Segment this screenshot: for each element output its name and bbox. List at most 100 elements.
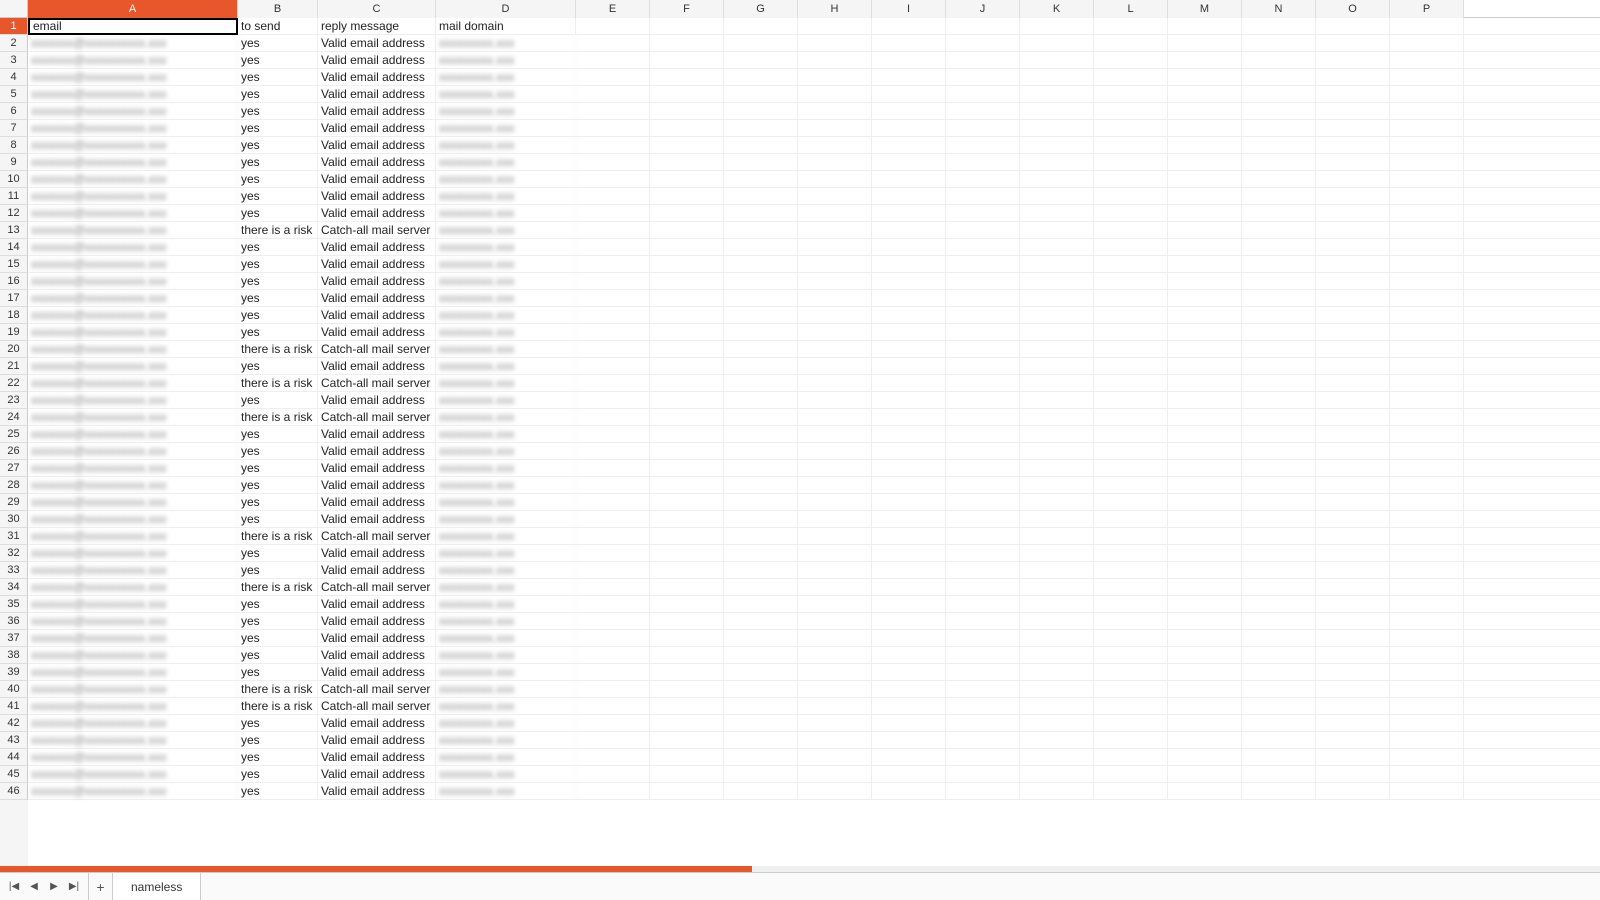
cell-O34[interactable] [1316,579,1390,596]
cell-L46[interactable] [1094,783,1168,800]
cell-A32[interactable]: xxxxxxx@xxxxxxxxxx.xxx [28,545,238,562]
cell-H18[interactable] [798,307,872,324]
cell-J8[interactable] [946,137,1020,154]
cell-L32[interactable] [1094,545,1168,562]
cell-E7[interactable] [576,120,650,137]
cell-A18[interactable]: xxxxxxx@xxxxxxxxxx.xxx [28,307,238,324]
cell-G35[interactable] [724,596,798,613]
cell-G31[interactable] [724,528,798,545]
cell-G41[interactable] [724,698,798,715]
cell-M4[interactable] [1168,69,1242,86]
cell-F6[interactable] [650,103,724,120]
cell-C32[interactable]: Valid email address [318,545,436,562]
cell-F36[interactable] [650,613,724,630]
row-header[interactable]: 35 [0,596,28,613]
cell-P18[interactable] [1390,307,1464,324]
cell-O8[interactable] [1316,137,1390,154]
cell-O16[interactable] [1316,273,1390,290]
cell-E39[interactable] [576,664,650,681]
row-header[interactable]: 5 [0,86,28,103]
cell-N40[interactable] [1242,681,1316,698]
cell-J13[interactable] [946,222,1020,239]
cell-P41[interactable] [1390,698,1464,715]
cell-P30[interactable] [1390,511,1464,528]
cell-N46[interactable] [1242,783,1316,800]
cell-K32[interactable] [1020,545,1094,562]
cell-A41[interactable]: xxxxxxx@xxxxxxxxxx.xxx [28,698,238,715]
cell-J19[interactable] [946,324,1020,341]
cell-B39[interactable]: yes [238,664,318,681]
cell-M23[interactable] [1168,392,1242,409]
cell-H35[interactable] [798,596,872,613]
cell-J45[interactable] [946,766,1020,783]
cell-H12[interactable] [798,205,872,222]
cell-L22[interactable] [1094,375,1168,392]
cell-P34[interactable] [1390,579,1464,596]
cell-D4[interactable]: xxxxxxxxx.xxx [436,69,576,86]
cell-M28[interactable] [1168,477,1242,494]
row-header[interactable]: 39 [0,664,28,681]
cell-D26[interactable]: xxxxxxxxx.xxx [436,443,576,460]
cell-G18[interactable] [724,307,798,324]
cell-M9[interactable] [1168,154,1242,171]
cell-D7[interactable]: xxxxxxxxx.xxx [436,120,576,137]
cell-H1[interactable] [798,18,872,35]
cell-O2[interactable] [1316,35,1390,52]
row-header[interactable]: 26 [0,443,28,460]
cell-K13[interactable] [1020,222,1094,239]
cell-B42[interactable]: yes [238,715,318,732]
cell-G12[interactable] [724,205,798,222]
cell-H16[interactable] [798,273,872,290]
cell-M31[interactable] [1168,528,1242,545]
col-header-L[interactable]: L [1094,0,1168,18]
cell-B26[interactable]: yes [238,443,318,460]
cell-N6[interactable] [1242,103,1316,120]
cell-F44[interactable] [650,749,724,766]
cell-L21[interactable] [1094,358,1168,375]
cell-O37[interactable] [1316,630,1390,647]
cell-D13[interactable]: xxxxxxxxx.xxx [436,222,576,239]
cell-F31[interactable] [650,528,724,545]
cell-K34[interactable] [1020,579,1094,596]
cell-E33[interactable] [576,562,650,579]
cell-D8[interactable]: xxxxxxxxx.xxx [436,137,576,154]
cell-A40[interactable]: xxxxxxx@xxxxxxxxxx.xxx [28,681,238,698]
row-header[interactable]: 9 [0,154,28,171]
cell-O42[interactable] [1316,715,1390,732]
cell-M37[interactable] [1168,630,1242,647]
cell-A22[interactable]: xxxxxxx@xxxxxxxxxx.xxx [28,375,238,392]
col-header-H[interactable]: H [798,0,872,18]
cell-E8[interactable] [576,137,650,154]
cell-G26[interactable] [724,443,798,460]
cell-D20[interactable]: xxxxxxxxx.xxx [436,341,576,358]
cell-A24[interactable]: xxxxxxx@xxxxxxxxxx.xxx [28,409,238,426]
cell-F15[interactable] [650,256,724,273]
cell-I35[interactable] [872,596,946,613]
cell-H23[interactable] [798,392,872,409]
cell-L19[interactable] [1094,324,1168,341]
cell-M3[interactable] [1168,52,1242,69]
cell-D1[interactable]: mail domain [436,18,576,35]
row-header[interactable]: 44 [0,749,28,766]
cell-K25[interactable] [1020,426,1094,443]
cell-H46[interactable] [798,783,872,800]
cell-O43[interactable] [1316,732,1390,749]
cell-A10[interactable]: xxxxxxx@xxxxxxxxxx.xxx [28,171,238,188]
cell-O35[interactable] [1316,596,1390,613]
cell-H36[interactable] [798,613,872,630]
cell-O40[interactable] [1316,681,1390,698]
cell-E24[interactable] [576,409,650,426]
cell-H19[interactable] [798,324,872,341]
cell-H8[interactable] [798,137,872,154]
cell-J37[interactable] [946,630,1020,647]
cell-D15[interactable]: xxxxxxxxx.xxx [436,256,576,273]
cell-A21[interactable]: xxxxxxx@xxxxxxxxxx.xxx [28,358,238,375]
cell-C36[interactable]: Valid email address [318,613,436,630]
cell-M30[interactable] [1168,511,1242,528]
cell-L11[interactable] [1094,188,1168,205]
cell-N36[interactable] [1242,613,1316,630]
cell-B11[interactable]: yes [238,188,318,205]
cell-I23[interactable] [872,392,946,409]
cell-G27[interactable] [724,460,798,477]
cell-G16[interactable] [724,273,798,290]
